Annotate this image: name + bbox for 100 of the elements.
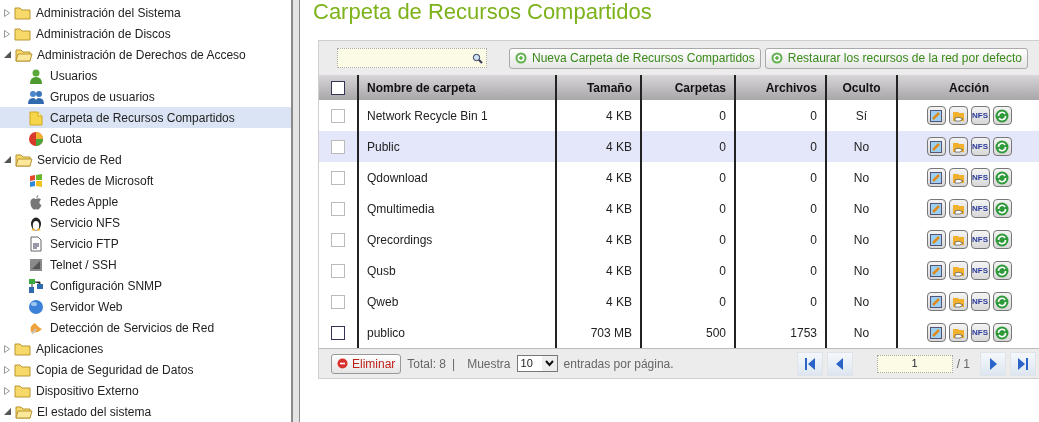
refresh-button[interactable] [992,292,1012,311]
page-size-select[interactable]: 10 [516,355,558,372]
nfs-button[interactable]: NFS [970,230,990,249]
column-header[interactable]: Carpetas [674,78,726,97]
splitter[interactable] [291,0,300,422]
tree-item[interactable]: Telnet / SSH [0,254,291,275]
tree-item[interactable]: Redes Apple [0,191,291,212]
expanded-triangle-icon[interactable] [4,51,11,58]
collapsed-triangle-icon[interactable] [4,365,10,374]
plus-circle-icon [515,52,527,64]
share-button[interactable] [948,323,968,342]
tree-item[interactable]: El estado del sistema [37,402,152,421]
expanded-triangle-icon[interactable] [4,156,11,163]
first-page-icon [804,357,815,370]
checkbox[interactable] [331,108,345,123]
collapsed-triangle-icon[interactable] [4,344,10,353]
expanded-triangle-icon[interactable] [4,408,11,415]
column-header[interactable]: Nombre de carpeta [367,78,476,97]
refresh-button[interactable] [992,137,1012,156]
edit-button[interactable] [926,261,946,280]
table-row[interactable]: Qusb 4 KB 0 0 No NFS [319,255,1039,286]
refresh-button[interactable] [992,168,1012,187]
tree-item[interactable]: Administración de Derechos de Acceso [37,45,246,64]
search-field[interactable] [337,48,487,68]
tree-item[interactable]: Copia de Seguridad de Datos [36,360,194,379]
toolbar-button[interactable]: Restaurar los recursos de la red por defecto [764,47,1028,69]
column-header[interactable]: Oculto [842,78,881,97]
table-row[interactable]: Qmultimedia 4 KB 0 0 No NFS [319,193,1039,224]
tree-item[interactable]: Redes de Microsoft [0,170,291,191]
collapsed-triangle-icon[interactable] [4,29,10,38]
edit-button[interactable] [926,106,946,125]
refresh-button[interactable] [992,261,1012,280]
tree-item[interactable]: Aplicaciones [36,339,104,358]
table-row[interactable]: Qweb 4 KB 0 0 No NFS [319,286,1039,317]
refresh-button[interactable] [992,199,1012,218]
table-cell-text: 4 KB [606,293,632,311]
share-button[interactable] [948,106,968,125]
collapsed-triangle-icon[interactable] [4,8,10,17]
tree-item[interactable]: Servicio de Red [37,150,122,169]
collapsed-triangle-icon[interactable] [4,386,10,395]
nfs-button[interactable]: NFS [970,106,990,125]
edit-button[interactable] [926,292,946,311]
tree-item[interactable]: Detección de Servicios de Red [0,317,291,338]
share-button[interactable] [948,261,968,280]
checkbox[interactable] [331,80,345,95]
nfs-button[interactable]: NFS [970,261,990,280]
nfs-button[interactable]: NFS [970,292,990,311]
first-page-button[interactable] [796,351,823,376]
next-page-button[interactable] [980,351,1006,376]
edit-button[interactable] [926,137,946,156]
table-row[interactable]: Network Recycle Bin 1 4 KB 0 0 Sí NFS [319,100,1039,131]
toolbar-button[interactable]: Nueva Carpeta de Recursos Compartidos [509,47,761,69]
column-header[interactable]: Tamaño [586,78,632,97]
tree-item[interactable]: Usuarios [0,65,291,86]
tree-item[interactable]: Servicio NFS [0,212,291,233]
table-row[interactable]: Qdownload 4 KB 0 0 No NFS [319,162,1039,193]
last-page-button[interactable] [1010,351,1036,376]
share-button[interactable] [948,230,968,249]
edit-button[interactable] [926,230,946,249]
tree-item[interactable]: Grupos de usuarios [0,86,291,107]
table-row[interactable]: Qrecordings 4 KB 0 0 No NFS [319,224,1039,255]
tree-item[interactable]: Administración del Sistema [36,3,181,22]
table-row[interactable]: Public 4 KB 0 0 No NFS [319,131,1039,162]
column-header[interactable]: Acción [949,78,989,97]
table-cell-text: 4 KB [606,231,632,249]
tree-item[interactable]: Configuración SNMP [0,275,291,296]
edit-button[interactable] [926,168,946,187]
tree-item[interactable]: Carpeta de Recursos Compartidos [0,107,291,128]
tree-item[interactable]: Administración de Discos [36,24,171,43]
column-header[interactable]: Archivos [765,78,817,97]
tree-item[interactable]: Servicio FTP [0,233,291,254]
edit-button[interactable] [926,323,946,342]
delete-button[interactable]: Eliminar [331,353,402,374]
pencil-icon [930,295,942,308]
tree-item[interactable]: Cuota [0,128,291,149]
page-number-field[interactable]: 1 [876,354,953,373]
refresh-button[interactable] [992,323,1012,342]
tree-item[interactable]: Servidor Web [0,296,291,317]
search-icon [472,52,483,64]
tree-item[interactable]: Dispositivo Externo [36,381,139,400]
edit-button[interactable] [926,199,946,218]
checkbox[interactable] [331,201,345,216]
nfs-button[interactable]: NFS [970,168,990,187]
nfs-button[interactable]: NFS [970,137,990,156]
checkbox[interactable] [331,232,345,247]
nfs-button[interactable]: NFS [970,323,990,342]
previous-page-button[interactable] [826,351,853,376]
checkbox[interactable] [331,325,345,340]
share-button[interactable] [948,292,968,311]
checkbox[interactable] [331,139,345,154]
refresh-button[interactable] [992,106,1012,125]
checkbox[interactable] [331,170,345,185]
share-button[interactable] [948,199,968,218]
checkbox[interactable] [331,263,345,278]
share-button[interactable] [948,137,968,156]
table-row[interactable]: publico 703 MB 500 1753 No NFS [319,317,1039,348]
share-button[interactable] [948,168,968,187]
checkbox[interactable] [331,294,345,309]
nfs-button[interactable]: NFS [970,199,990,218]
refresh-button[interactable] [992,230,1012,249]
